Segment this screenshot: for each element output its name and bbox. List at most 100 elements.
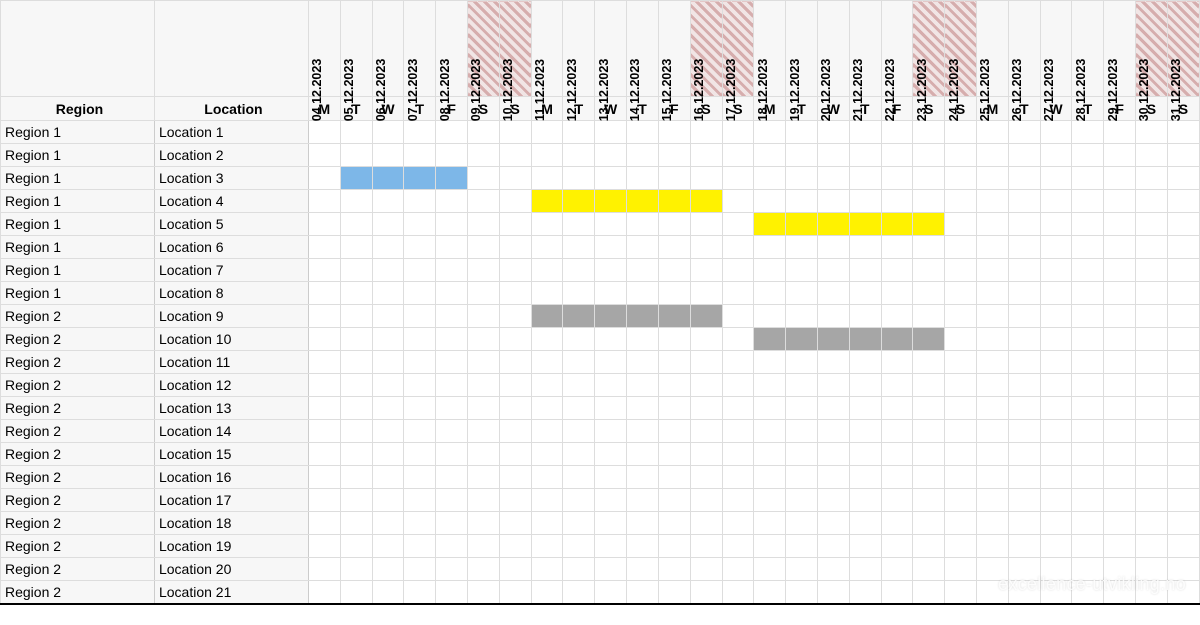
gantt-cell[interactable] (1167, 328, 1199, 351)
gantt-cell[interactable] (1008, 397, 1040, 420)
gantt-cell[interactable] (340, 397, 372, 420)
gantt-cell[interactable] (722, 167, 754, 190)
region-cell[interactable]: Region 2 (1, 535, 155, 558)
gantt-cell[interactable] (1008, 213, 1040, 236)
gantt-cell[interactable] (754, 489, 786, 512)
gantt-cell[interactable] (372, 282, 404, 305)
gantt-cell[interactable] (1136, 535, 1168, 558)
gantt-cell[interactable] (977, 305, 1009, 328)
gantt-cell[interactable] (1104, 144, 1136, 167)
gantt-cell[interactable] (1136, 305, 1168, 328)
gantt-cell[interactable] (340, 144, 372, 167)
gantt-cell[interactable] (1136, 466, 1168, 489)
gantt-cell[interactable] (1136, 190, 1168, 213)
gantt-cell[interactable] (977, 466, 1009, 489)
gantt-cell[interactable] (627, 167, 659, 190)
region-cell[interactable]: Region 2 (1, 351, 155, 374)
gantt-cell[interactable] (945, 489, 977, 512)
gantt-cell[interactable] (817, 397, 849, 420)
gantt-cell[interactable] (849, 443, 881, 466)
gantt-cell[interactable] (754, 190, 786, 213)
gantt-cell[interactable] (436, 351, 468, 374)
gantt-cell[interactable] (468, 512, 500, 535)
gantt-cell[interactable] (849, 420, 881, 443)
gantt-cell[interactable] (1167, 144, 1199, 167)
gantt-cell[interactable] (308, 236, 340, 259)
gantt-cell[interactable] (308, 305, 340, 328)
gantt-cell[interactable] (1008, 558, 1040, 581)
date-column-header[interactable]: 07.12.2023 (404, 1, 436, 97)
gantt-cell[interactable] (786, 144, 818, 167)
gantt-cell[interactable] (786, 489, 818, 512)
gantt-cell[interactable] (977, 236, 1009, 259)
gantt-cell[interactable] (1167, 374, 1199, 397)
gantt-cell[interactable] (436, 443, 468, 466)
gantt-cell[interactable] (786, 374, 818, 397)
gantt-cell[interactable] (595, 167, 627, 190)
date-column-header[interactable]: 17.12.2023 (722, 1, 754, 97)
gantt-cell[interactable] (372, 167, 404, 190)
gantt-cell[interactable] (817, 144, 849, 167)
gantt-cell[interactable] (340, 259, 372, 282)
gantt-cell[interactable] (722, 397, 754, 420)
gantt-cell[interactable] (1040, 581, 1072, 604)
gantt-cell[interactable] (786, 305, 818, 328)
region-cell[interactable]: Region 2 (1, 512, 155, 535)
gantt-cell[interactable] (308, 443, 340, 466)
gantt-cell[interactable] (658, 420, 690, 443)
date-column-header[interactable]: 18.12.2023 (754, 1, 786, 97)
gantt-cell[interactable] (1008, 374, 1040, 397)
gantt-cell[interactable] (563, 190, 595, 213)
gantt-cell[interactable] (499, 259, 531, 282)
gantt-cell[interactable] (722, 443, 754, 466)
gantt-cell[interactable] (1008, 259, 1040, 282)
gantt-cell[interactable] (658, 259, 690, 282)
date-column-header[interactable]: 21.12.2023 (849, 1, 881, 97)
gantt-cell[interactable] (1040, 167, 1072, 190)
gantt-cell[interactable] (1104, 397, 1136, 420)
gantt-cell[interactable] (817, 351, 849, 374)
gantt-cell[interactable] (436, 489, 468, 512)
gantt-cell[interactable] (563, 512, 595, 535)
gantt-cell[interactable] (881, 144, 913, 167)
gantt-cell[interactable] (849, 374, 881, 397)
gantt-cell[interactable] (308, 374, 340, 397)
gantt-cell[interactable] (468, 351, 500, 374)
gantt-cell[interactable] (690, 236, 722, 259)
gantt-cell[interactable] (563, 282, 595, 305)
location-cell[interactable]: Location 17 (154, 489, 308, 512)
gantt-cell[interactable] (1136, 374, 1168, 397)
gantt-cell[interactable] (817, 443, 849, 466)
gantt-cell[interactable] (1072, 305, 1104, 328)
gantt-cell[interactable] (1104, 328, 1136, 351)
gantt-cell[interactable] (849, 581, 881, 604)
gantt-cell[interactable] (1072, 351, 1104, 374)
gantt-cell[interactable] (722, 259, 754, 282)
gantt-cell[interactable] (849, 305, 881, 328)
gantt-cell[interactable] (1167, 213, 1199, 236)
gantt-cell[interactable] (1104, 466, 1136, 489)
gantt-cell[interactable] (913, 305, 945, 328)
gantt-cell[interactable] (1104, 282, 1136, 305)
gantt-cell[interactable] (881, 351, 913, 374)
gantt-cell[interactable] (308, 420, 340, 443)
gantt-cell[interactable] (977, 121, 1009, 144)
location-cell[interactable]: Location 10 (154, 328, 308, 351)
gantt-cell[interactable] (436, 121, 468, 144)
gantt-cell[interactable] (1040, 282, 1072, 305)
gantt-cell[interactable] (722, 489, 754, 512)
gantt-cell[interactable] (340, 558, 372, 581)
gantt-cell[interactable] (690, 190, 722, 213)
gantt-cell[interactable] (786, 351, 818, 374)
gantt-cell[interactable] (690, 328, 722, 351)
gantt-cell[interactable] (595, 512, 627, 535)
gantt-cell[interactable] (372, 190, 404, 213)
gantt-cell[interactable] (340, 213, 372, 236)
gantt-cell[interactable] (531, 443, 563, 466)
gantt-cell[interactable] (1008, 190, 1040, 213)
gantt-cell[interactable] (595, 121, 627, 144)
region-cell[interactable]: Region 1 (1, 190, 155, 213)
gantt-cell[interactable] (595, 420, 627, 443)
gantt-cell[interactable] (627, 121, 659, 144)
gantt-cell[interactable] (595, 443, 627, 466)
